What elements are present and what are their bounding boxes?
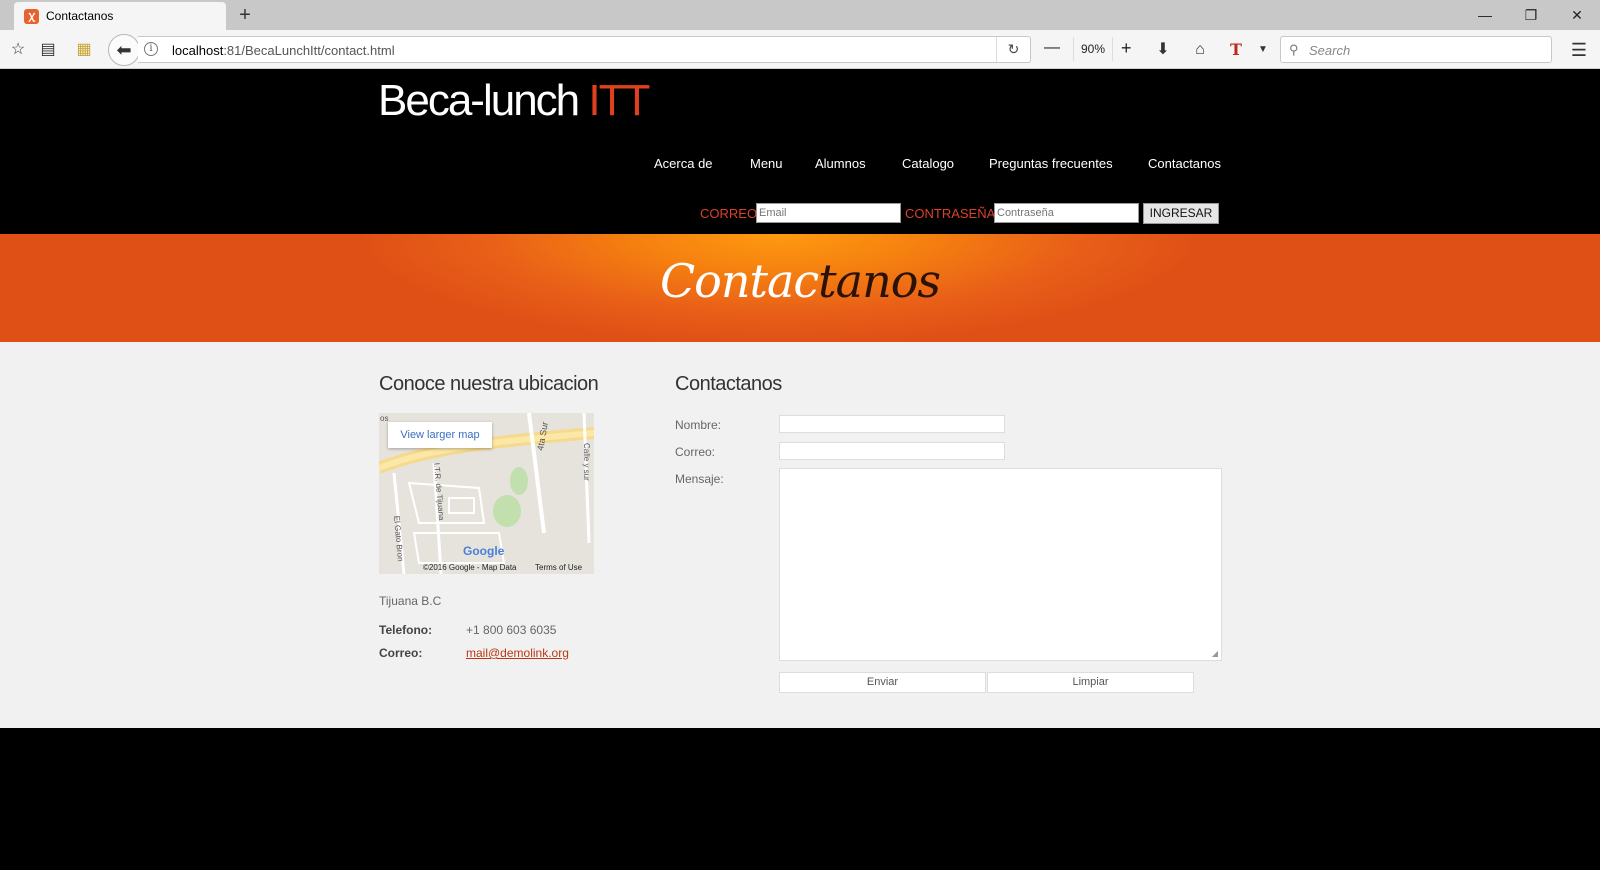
nav-item-menu[interactable]: Menu bbox=[750, 156, 783, 171]
reader-list-icon[interactable]: ▤ bbox=[37, 39, 59, 61]
email-label: Correo: bbox=[379, 646, 423, 660]
browser-toolbar: ☆ ▤ ▦ ⬅ i localhost:81/BecaLunchItt/cont… bbox=[0, 30, 1600, 69]
password-label: CONTRASEÑA bbox=[905, 206, 996, 221]
main-content: Conoce nuestra ubicacion 4ta Sur I.T.R. … bbox=[0, 342, 1600, 728]
logo-text: Beca-lunch bbox=[378, 76, 589, 125]
map-street-label: Calle y sur bbox=[582, 443, 591, 481]
bookmark-star-icon[interactable]: ☆ bbox=[7, 39, 29, 61]
search-placeholder: Search bbox=[1309, 43, 1351, 58]
site-header: Beca-lunch ITT Acerca de Menu Alumnos Ca… bbox=[0, 70, 1600, 234]
phone-value: +1 800 603 6035 bbox=[466, 623, 557, 637]
resize-grip-icon[interactable]: ◢ bbox=[1212, 649, 1218, 658]
restore-icon[interactable]: ❐ bbox=[1508, 0, 1554, 30]
view-larger-map-link[interactable]: View larger map bbox=[388, 422, 492, 448]
login-email-input[interactable] bbox=[756, 203, 901, 223]
banner-title-dark: tanos bbox=[818, 254, 941, 308]
search-bar[interactable]: ⚲ Search bbox=[1280, 36, 1552, 63]
web-page: Beca-lunch ITT Acerca de Menu Alumnos Ca… bbox=[0, 70, 1600, 870]
apps-grid-icon[interactable]: ▦ bbox=[73, 39, 95, 61]
url-host: localhost bbox=[172, 43, 224, 58]
address-text: Tijuana B.C bbox=[379, 594, 442, 608]
site-logo[interactable]: Beca-lunch ITT bbox=[378, 76, 650, 126]
banner-title: Contactanos bbox=[0, 254, 1600, 308]
browser-tab-bar: ꭓ Contactanos + — ❐ ✕ bbox=[0, 0, 1600, 30]
minimize-icon[interactable]: — bbox=[1462, 0, 1508, 30]
google-logo: Google bbox=[463, 544, 505, 558]
nav-item-preguntas[interactable]: Preguntas frecuentes bbox=[989, 156, 1113, 171]
home-icon[interactable]: ⌂ bbox=[1189, 39, 1211, 61]
message-label: Mensaje: bbox=[675, 472, 724, 486]
arrow-left-icon: ⬅ bbox=[116, 40, 132, 60]
nav-item-alumnos[interactable]: Alumnos bbox=[815, 156, 866, 171]
banner-title-light: Contac bbox=[659, 254, 819, 308]
login-password-input[interactable] bbox=[994, 203, 1139, 223]
google-map[interactable]: 4ta Sur I.T.R. de Tijuana El Gato Bron C… bbox=[379, 413, 594, 574]
phone-label: Telefono: bbox=[379, 623, 433, 637]
back-button[interactable]: ⬅ bbox=[108, 34, 140, 66]
logo-accent-text: ITT bbox=[588, 76, 650, 125]
nav-item-contactanos[interactable]: Contactanos bbox=[1148, 156, 1221, 171]
name-input[interactable] bbox=[779, 415, 1005, 433]
login-form: CORREO CONTRASEÑA INGRESAR bbox=[0, 202, 1600, 226]
email-input[interactable] bbox=[779, 442, 1005, 460]
zoom-in-icon[interactable]: + bbox=[1121, 38, 1132, 59]
name-label: Nombre: bbox=[675, 418, 722, 432]
reload-icon[interactable]: ↻ bbox=[996, 37, 1030, 62]
close-icon[interactable]: ✕ bbox=[1554, 0, 1600, 30]
map-terms-link[interactable]: Terms of Use bbox=[535, 563, 582, 572]
xampp-favicon-icon: ꭓ bbox=[24, 9, 39, 24]
contact-heading: Contactanos bbox=[675, 373, 782, 395]
send-button[interactable]: Enviar bbox=[779, 672, 986, 693]
message-textarea[interactable]: ◢ bbox=[779, 468, 1222, 661]
zoom-out-icon[interactable]: — bbox=[1044, 39, 1060, 57]
nav-item-catalogo[interactable]: Catalogo bbox=[902, 156, 954, 171]
url-text: localhost:81/BecaLunchItt/contact.html bbox=[172, 43, 395, 58]
email-link[interactable]: mail@demolink.org bbox=[466, 646, 569, 660]
map-footer: ©2016 Google - Map Data Terms of Use bbox=[379, 561, 594, 574]
font-extension-icon[interactable]: T bbox=[1225, 39, 1247, 61]
map-copyright: ©2016 Google - Map Data bbox=[423, 563, 517, 572]
zoom-level[interactable]: 90% bbox=[1073, 37, 1113, 61]
search-icon: ⚲ bbox=[1289, 42, 1299, 57]
url-bar[interactable]: i localhost:81/BecaLunchItt/contact.html… bbox=[138, 36, 1031, 63]
new-tab-icon[interactable]: + bbox=[234, 3, 256, 27]
download-icon[interactable]: ⬇ bbox=[1152, 39, 1174, 61]
url-path: :81/BecaLunchItt/contact.html bbox=[223, 43, 395, 58]
nav-item-acerca[interactable]: Acerca de bbox=[654, 156, 713, 171]
browser-tab[interactable]: ꭓ Contactanos bbox=[14, 2, 226, 30]
email-label: Correo: bbox=[675, 445, 716, 459]
login-submit-button[interactable]: INGRESAR bbox=[1143, 203, 1219, 224]
info-icon[interactable]: i bbox=[144, 42, 158, 56]
tab-title: Contactanos bbox=[46, 9, 114, 23]
hamburger-menu-icon[interactable]: ☰ bbox=[1568, 39, 1590, 61]
clear-button[interactable]: Limpiar bbox=[987, 672, 1194, 693]
email-label: CORREO bbox=[700, 206, 758, 221]
page-banner: Contactanos bbox=[0, 234, 1600, 342]
chevron-down-icon[interactable]: ▼ bbox=[1252, 39, 1274, 61]
location-heading: Conoce nuestra ubicacion bbox=[379, 373, 599, 395]
